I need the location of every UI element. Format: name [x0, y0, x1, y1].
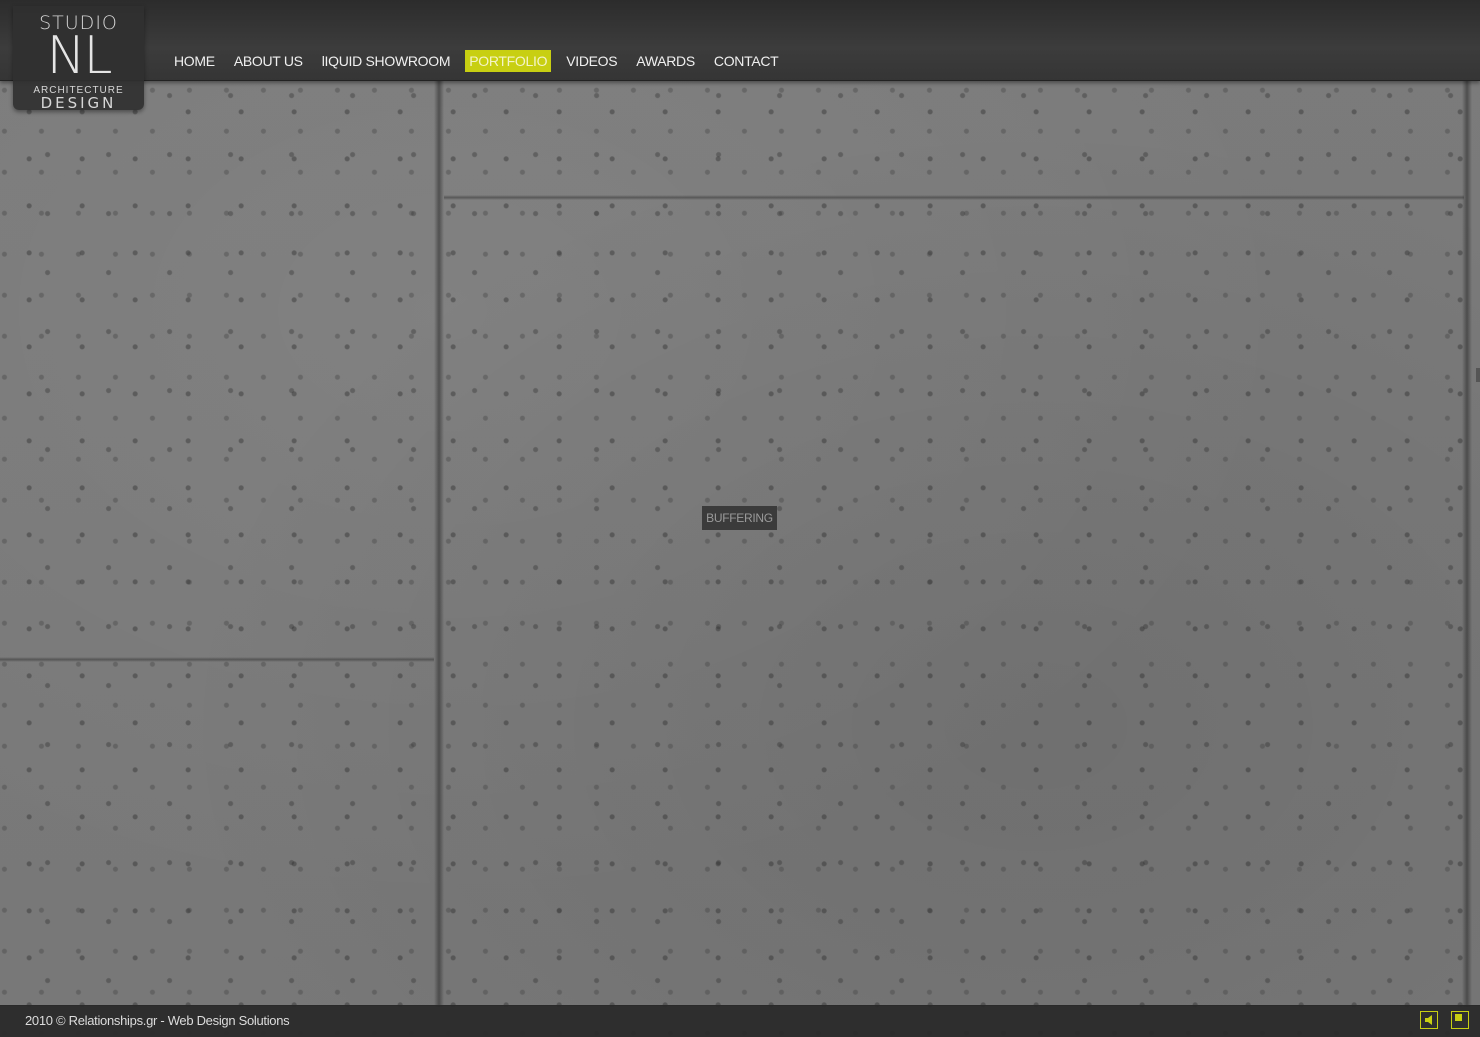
- concrete-seam: [434, 80, 444, 1007]
- nav-item-videos[interactable]: VIDEOS: [562, 50, 621, 72]
- fullscreen-icon: [1452, 1012, 1468, 1028]
- nav-item-liquid-showroom[interactable]: lIQUID SHOWROOM: [318, 50, 455, 72]
- nav-item-portfolio[interactable]: PORTFOLIO: [465, 50, 552, 72]
- footer-bar: 2010 © Relationships.gr - Web Design Sol…: [0, 1005, 1480, 1037]
- nav-item-home[interactable]: HOME: [170, 50, 219, 72]
- logo-design-text: DESIGN: [40, 94, 117, 112]
- side-scroll-handle[interactable]: [1476, 368, 1480, 382]
- footer-copyright: 2010 © Relationships.gr - Web Design Sol…: [25, 1013, 290, 1028]
- concrete-seam: [0, 657, 434, 662]
- site-logo[interactable]: STUDIO NL ARCHITECTURE DESIGN: [13, 6, 144, 112]
- buffering-indicator: BUFFERING: [702, 506, 777, 530]
- main-nav: HOME ABOUT US lIQUID SHOWROOM PORTFOLIO …: [170, 50, 793, 72]
- nav-item-about-us[interactable]: ABOUT US: [230, 50, 307, 72]
- page-background: HOME ABOUT US lIQUID SHOWROOM PORTFOLIO …: [0, 0, 1480, 1037]
- nav-item-contact[interactable]: CONTACT: [710, 50, 783, 72]
- nav-item-awards[interactable]: AWARDS: [632, 50, 699, 72]
- concrete-seam: [444, 195, 1464, 200]
- logo-nl-text: NL: [46, 26, 113, 86]
- sound-toggle-button[interactable]: [1420, 1011, 1438, 1029]
- speaker-icon: [1421, 1012, 1437, 1028]
- fullscreen-button[interactable]: [1451, 1011, 1469, 1029]
- concrete-seam: [1462, 80, 1472, 1007]
- top-navigation-bar: HOME ABOUT US lIQUID SHOWROOM PORTFOLIO …: [0, 0, 1480, 81]
